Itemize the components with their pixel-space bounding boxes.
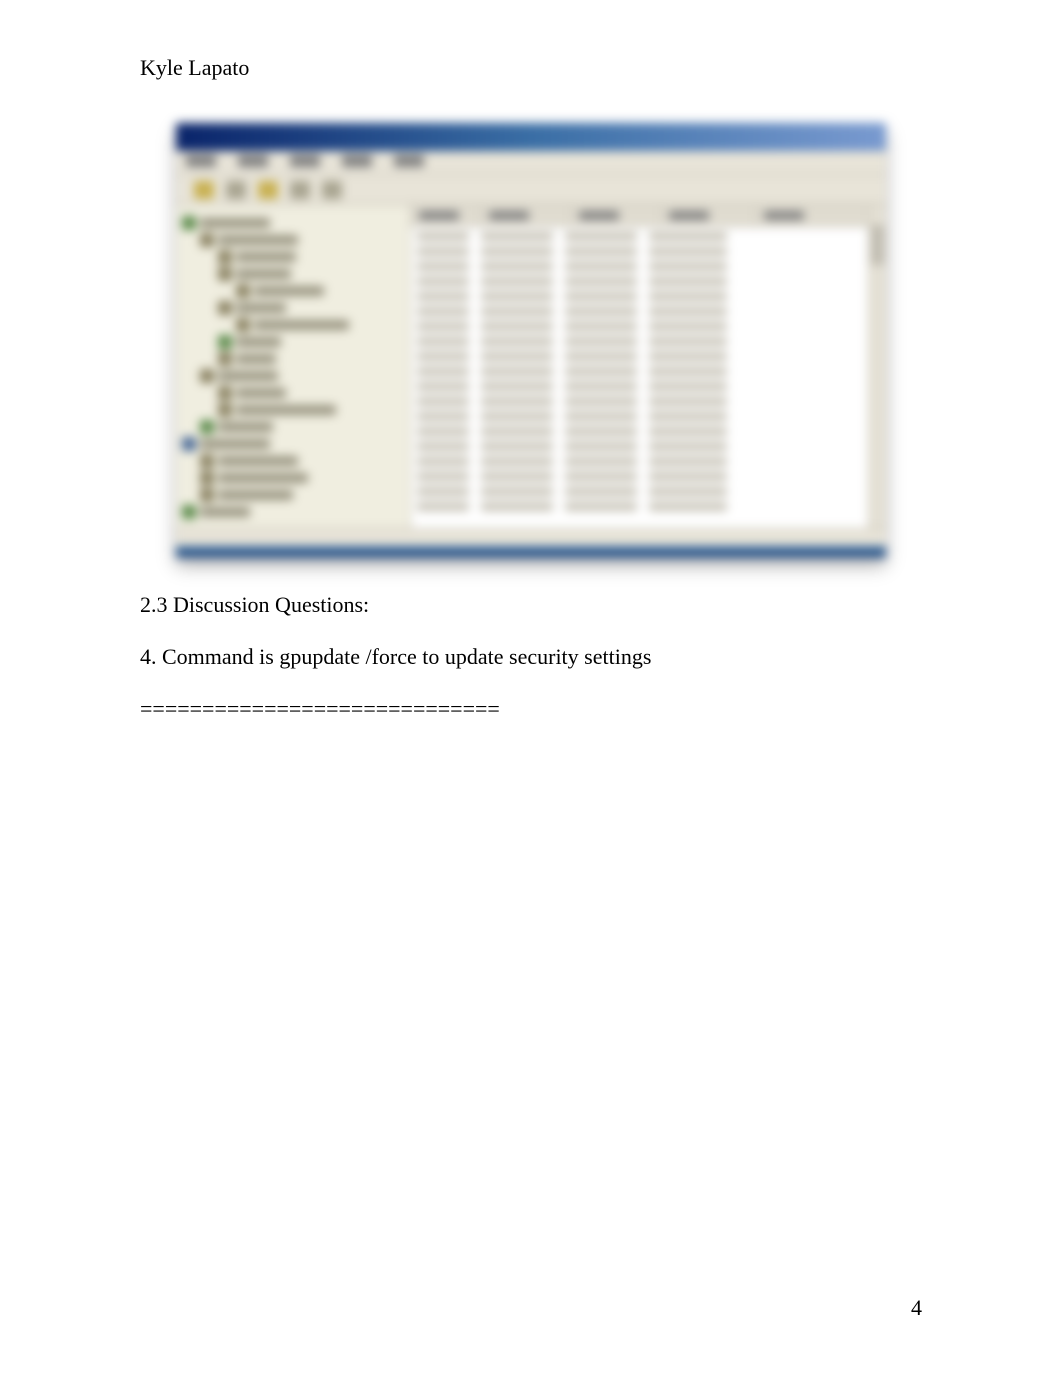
list-pane <box>411 205 886 528</box>
embedded-screenshot <box>176 123 886 558</box>
list-row <box>411 275 886 289</box>
vertical-scrollbar <box>868 205 886 528</box>
list-row <box>411 485 886 499</box>
list-header <box>411 205 886 227</box>
list-row <box>411 395 886 409</box>
window-titlebar <box>176 123 886 151</box>
section-divider: ============================= <box>140 692 922 726</box>
list-row <box>411 290 886 304</box>
list-row <box>411 410 886 424</box>
author-name: Kyle Lapato <box>140 55 922 81</box>
list-row <box>411 305 886 319</box>
list-row <box>411 380 886 394</box>
list-row <box>411 455 886 469</box>
list-rows <box>411 227 886 528</box>
list-row <box>411 245 886 259</box>
list-row <box>411 335 886 349</box>
list-row <box>411 425 886 439</box>
list-row <box>411 440 886 454</box>
toolbar-button <box>258 181 278 199</box>
list-row <box>411 500 886 514</box>
window-menubar <box>176 151 886 175</box>
list-row <box>411 230 886 244</box>
section-heading: 2.3 Discussion Questions: <box>140 588 922 622</box>
toolbar-button <box>322 181 342 199</box>
list-row <box>411 470 886 484</box>
page-number: 4 <box>911 1295 922 1321</box>
list-row <box>411 350 886 364</box>
list-row <box>411 260 886 274</box>
list-row <box>411 365 886 379</box>
list-row <box>411 320 886 334</box>
answer-text: 4. Command is gpupdate /force to update … <box>140 640 922 674</box>
toolbar-button <box>194 181 214 199</box>
window-toolbar <box>176 175 886 205</box>
toolbar-button <box>290 181 310 199</box>
tree-pane <box>176 205 411 528</box>
toolbar-button <box>226 181 246 199</box>
